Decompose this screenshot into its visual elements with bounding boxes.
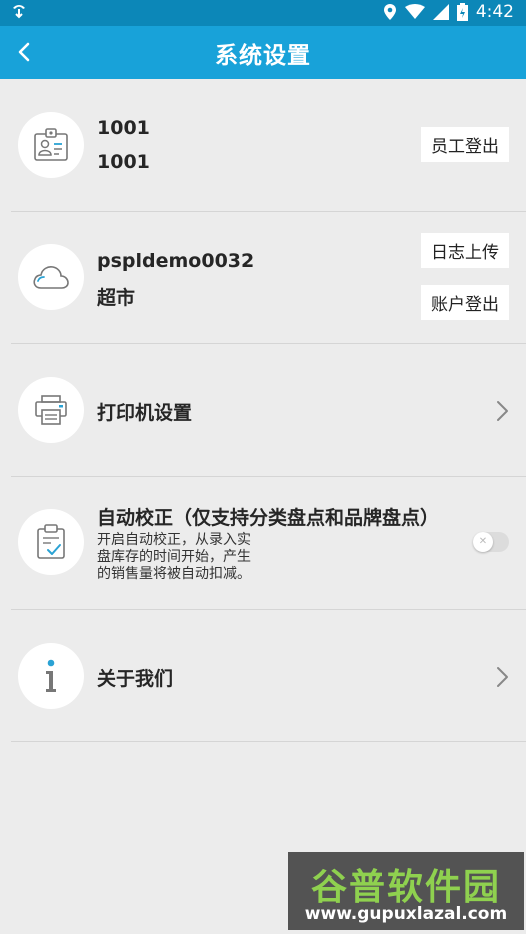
- autocorrect-avatar: [18, 509, 84, 575]
- employee-row: 1001 1001 员工登出: [0, 79, 526, 212]
- employee-id: 1001: [97, 117, 150, 139]
- divider: [11, 741, 526, 742]
- autocorrect-description-line: 开启自动校正，从录入实: [97, 532, 251, 548]
- autocorrect-description-line: 的销售量将被自动扣减。: [97, 566, 251, 582]
- store-type: 超市: [97, 287, 136, 309]
- account-avatar: [18, 244, 84, 310]
- location-icon: [383, 3, 397, 21]
- cloud-icon: [33, 266, 69, 289]
- clipboard-check-icon: [37, 524, 65, 559]
- account-logout-button[interactable]: 账户登出: [421, 285, 509, 320]
- info-icon: [46, 659, 56, 692]
- chevron-right-icon[interactable]: [493, 665, 511, 689]
- status-bar: 4:42: [0, 0, 526, 26]
- notification-icon: [10, 3, 28, 19]
- account-row: pspldemo0032 超市 日志上传 账户登出: [0, 212, 526, 344]
- close-icon: ✕: [478, 536, 488, 547]
- log-upload-button[interactable]: 日志上传: [421, 233, 509, 268]
- chevron-right-icon[interactable]: [493, 399, 511, 423]
- autocorrect-toggle[interactable]: ✕: [473, 532, 509, 552]
- signal-icon: [432, 4, 449, 20]
- toggle-knob: ✕: [473, 532, 493, 552]
- page-title: 系统设置: [215, 43, 311, 69]
- status-time: 4:42: [475, 2, 514, 22]
- autocorrect-row: 自动校正（仅支持分类盘点和品牌盘点） 开启自动校正，从录入实 盘库存的时间开始，…: [0, 477, 526, 609]
- printer-settings-row[interactable]: 打印机设置: [0, 344, 526, 476]
- watermark: 谷普软件园 www.gupuxlazal.com: [288, 852, 524, 930]
- printer-settings-label: 打印机设置: [97, 402, 193, 424]
- employee-name: 1001: [97, 151, 150, 173]
- autocorrect-description-line: 盘库存的时间开始，产生: [97, 549, 251, 565]
- watermark-url: www.gupuxlazal.com: [304, 904, 508, 924]
- employee-logout-button[interactable]: 员工登出: [421, 127, 509, 162]
- wifi-icon: [404, 4, 425, 20]
- watermark-title: 谷普软件园: [310, 867, 501, 908]
- autocorrect-description: 开启自动校正，从录入实 盘库存的时间开始，产生 的销售量将被自动扣减。: [97, 532, 277, 583]
- about-label: 关于我们: [97, 668, 174, 690]
- badge-icon: [34, 128, 68, 161]
- printer-icon: [35, 395, 67, 425]
- account-name: pspldemo0032: [97, 250, 255, 272]
- employee-avatar: [18, 112, 84, 178]
- printer-avatar: [18, 377, 84, 443]
- autocorrect-label: 自动校正（仅支持分类盘点和品牌盘点）: [97, 507, 440, 529]
- about-row[interactable]: 关于我们: [0, 610, 526, 742]
- battery-icon: [456, 3, 468, 21]
- about-avatar: [18, 643, 84, 709]
- app-bar: 系统设置: [0, 26, 526, 79]
